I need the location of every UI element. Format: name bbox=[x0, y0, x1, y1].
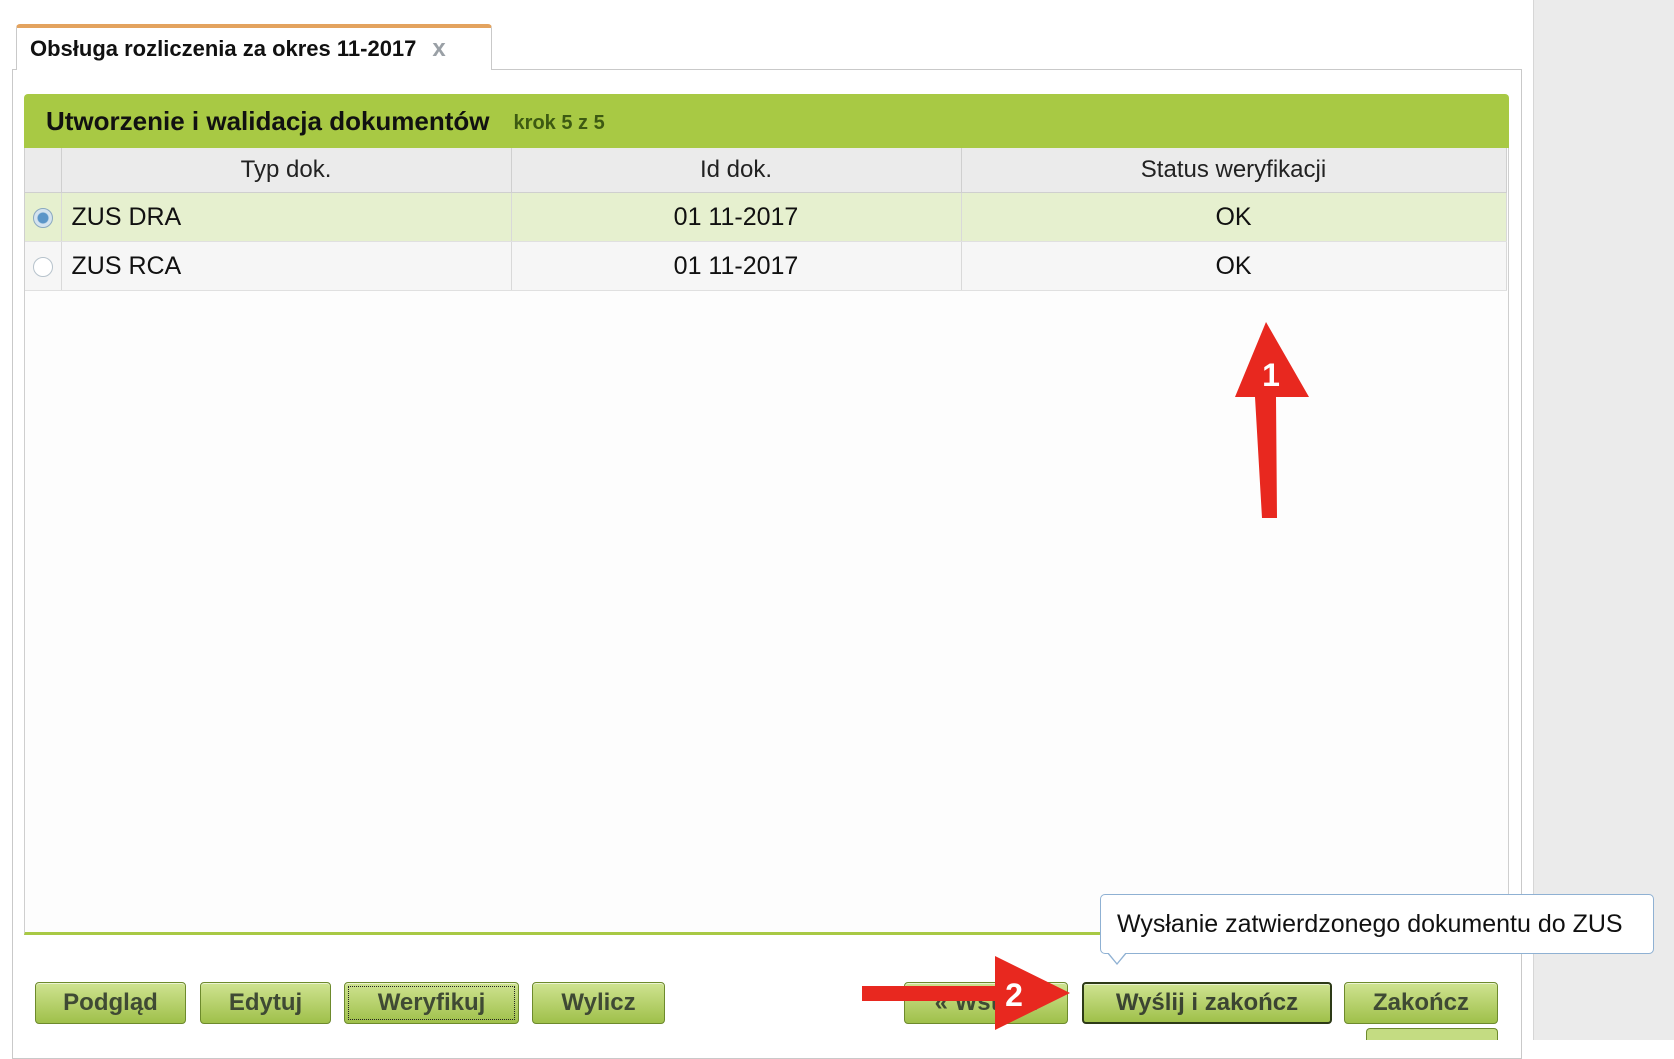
column-header-id[interactable]: Id dok. bbox=[511, 148, 962, 193]
preview-button[interactable]: Podgląd bbox=[35, 982, 186, 1024]
column-header-type[interactable]: Typ dok. bbox=[61, 148, 512, 193]
close-icon[interactable]: x bbox=[432, 37, 445, 61]
back-button[interactable]: « Wstecz bbox=[904, 982, 1068, 1024]
row-select-cell[interactable] bbox=[25, 241, 62, 291]
radio-unselected-icon[interactable] bbox=[32, 256, 53, 277]
tooltip-tail bbox=[1107, 952, 1127, 965]
tab-settlement[interactable]: Obsługa rozliczenia za okres 11-2017 x bbox=[16, 24, 492, 70]
tooltip-text: Wysłanie zatwierdzonego dokumentu do ZUS bbox=[1117, 909, 1623, 938]
step-title: Utworzenie i walidacja dokumentów bbox=[46, 105, 490, 136]
documents-table: Typ dok. Id dok. Status weryfikacji ZUS … bbox=[25, 148, 1507, 291]
cell-id: 01 11-2017 bbox=[511, 192, 962, 242]
tooltip: Wysłanie zatwierdzonego dokumentu do ZUS bbox=[1100, 894, 1654, 954]
cell-status: OK bbox=[961, 192, 1507, 242]
edit-button[interactable]: Edytuj bbox=[200, 982, 331, 1024]
step-counter: krok 5 z 5 bbox=[513, 111, 605, 134]
verify-button[interactable]: Weryfikuj bbox=[344, 982, 519, 1024]
cell-id: 01 11-2017 bbox=[511, 241, 962, 291]
cell-type: ZUS DRA bbox=[61, 192, 512, 242]
step-header: Utworzenie i walidacja dokumentów krok 5… bbox=[24, 94, 1509, 148]
send-and-finish-button[interactable]: Wyślij i zakończ bbox=[1082, 982, 1332, 1024]
calculate-button[interactable]: Wylicz bbox=[532, 982, 665, 1024]
finish-button[interactable]: Zakończ bbox=[1344, 982, 1498, 1024]
table-row[interactable]: ZUS RCA 01 11-2017 OK bbox=[25, 241, 1507, 291]
table-row[interactable]: ZUS DRA 01 11-2017 OK bbox=[25, 192, 1507, 242]
tab-title: Obsługa rozliczenia za okres 11-2017 bbox=[30, 36, 417, 61]
cell-type: ZUS RCA bbox=[61, 241, 512, 291]
right-gutter bbox=[1533, 0, 1674, 1040]
documents-grid: Typ dok. Id dok. Status weryfikacji ZUS … bbox=[24, 148, 1509, 935]
cell-status: OK bbox=[961, 241, 1507, 291]
table-header-row: Typ dok. Id dok. Status weryfikacji bbox=[25, 148, 1507, 193]
button-edge bbox=[1366, 1028, 1498, 1040]
column-header-status[interactable]: Status weryfikacji bbox=[961, 148, 1507, 193]
radio-selected-icon[interactable] bbox=[32, 207, 53, 228]
column-header-select bbox=[25, 148, 62, 193]
row-select-cell[interactable] bbox=[25, 192, 62, 242]
